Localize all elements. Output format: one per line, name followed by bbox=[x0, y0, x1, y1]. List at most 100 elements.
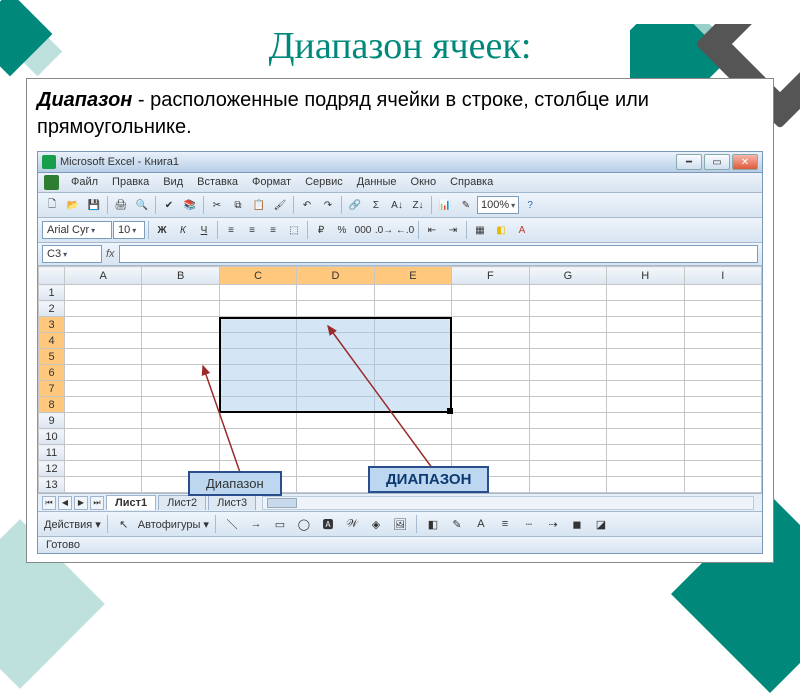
cell[interactable] bbox=[297, 477, 374, 493]
cell[interactable] bbox=[374, 349, 451, 365]
chart-icon[interactable]: 📊 bbox=[435, 195, 455, 215]
cell[interactable] bbox=[297, 333, 374, 349]
italic-icon[interactable]: К bbox=[173, 220, 193, 240]
cell[interactable] bbox=[684, 365, 762, 381]
oval-icon[interactable]: ◯ bbox=[294, 514, 314, 534]
cell[interactable] bbox=[607, 381, 684, 397]
row-header[interactable]: 1 bbox=[39, 285, 65, 301]
autoshapes-menu[interactable]: Автофигуры ▾ bbox=[138, 518, 209, 531]
menu-file[interactable]: Файл bbox=[65, 175, 104, 190]
cell[interactable] bbox=[65, 285, 142, 301]
cell[interactable] bbox=[607, 397, 684, 413]
cell[interactable] bbox=[142, 301, 219, 317]
horizontal-scrollbar[interactable] bbox=[262, 496, 754, 510]
cell[interactable] bbox=[219, 317, 296, 333]
cell[interactable] bbox=[297, 317, 374, 333]
row-header[interactable]: 7 bbox=[39, 381, 65, 397]
cell[interactable] bbox=[684, 477, 762, 493]
sort-asc-icon[interactable]: A↓ bbox=[387, 195, 407, 215]
cell[interactable] bbox=[219, 445, 296, 461]
cell[interactable] bbox=[142, 445, 219, 461]
maximize-button[interactable]: ▭ bbox=[704, 154, 730, 170]
linecolor-icon[interactable]: ✎ bbox=[447, 514, 467, 534]
sheet-tab-1[interactable]: Лист1 bbox=[106, 495, 156, 510]
cell[interactable] bbox=[297, 429, 374, 445]
cell[interactable] bbox=[374, 445, 451, 461]
cell[interactable] bbox=[374, 301, 451, 317]
align-right-icon[interactable]: ≡ bbox=[263, 220, 283, 240]
column-header[interactable]: E bbox=[374, 267, 451, 285]
column-header[interactable]: F bbox=[452, 267, 529, 285]
column-header[interactable] bbox=[39, 267, 65, 285]
pointer-icon[interactable]: ↖ bbox=[114, 514, 134, 534]
fill-color-icon[interactable]: ◧ bbox=[491, 220, 511, 240]
cell[interactable] bbox=[452, 445, 529, 461]
cell[interactable] bbox=[529, 317, 606, 333]
tab-nav-last[interactable]: ⏭ bbox=[90, 496, 104, 510]
font-size-combo[interactable]: 10▾ bbox=[113, 221, 145, 239]
cell[interactable] bbox=[142, 285, 219, 301]
align-left-icon[interactable]: ≡ bbox=[221, 220, 241, 240]
comma-icon[interactable]: 000 bbox=[353, 220, 373, 240]
cell[interactable] bbox=[297, 461, 374, 477]
cell[interactable] bbox=[452, 429, 529, 445]
cell[interactable] bbox=[219, 381, 296, 397]
cell[interactable] bbox=[219, 413, 296, 429]
align-center-icon[interactable]: ≡ bbox=[242, 220, 262, 240]
underline-icon[interactable]: Ч bbox=[194, 220, 214, 240]
copy-icon[interactable]: ⧉ bbox=[228, 195, 248, 215]
cell[interactable] bbox=[607, 301, 684, 317]
cell[interactable] bbox=[142, 349, 219, 365]
font-name-combo[interactable]: Arial Cyr▾ bbox=[42, 221, 112, 239]
row-header[interactable]: 13 bbox=[39, 477, 65, 493]
row-header[interactable]: 5 bbox=[39, 349, 65, 365]
cell[interactable] bbox=[684, 413, 762, 429]
cell[interactable] bbox=[297, 285, 374, 301]
cell[interactable] bbox=[142, 365, 219, 381]
cell[interactable] bbox=[142, 429, 219, 445]
tab-nav-prev[interactable]: ◀ bbox=[58, 496, 72, 510]
menu-help[interactable]: Справка bbox=[444, 175, 499, 190]
cell[interactable] bbox=[374, 333, 451, 349]
borders-icon[interactable]: ▦ bbox=[470, 220, 490, 240]
row-header[interactable]: 4 bbox=[39, 333, 65, 349]
cell[interactable] bbox=[452, 333, 529, 349]
redo-icon[interactable]: ↷ bbox=[318, 195, 338, 215]
sheet-tab-2[interactable]: Лист2 bbox=[158, 495, 206, 510]
inc-decimal-icon[interactable]: .0→ bbox=[374, 220, 394, 240]
fillcolor-icon[interactable]: ◧ bbox=[423, 514, 443, 534]
sum-icon[interactable]: Σ bbox=[366, 195, 386, 215]
menu-view[interactable]: Вид bbox=[157, 175, 189, 190]
cell[interactable] bbox=[684, 397, 762, 413]
arrow-icon[interactable]: → bbox=[246, 514, 266, 534]
cell[interactable] bbox=[529, 461, 606, 477]
column-header[interactable]: A bbox=[65, 267, 142, 285]
fx-icon[interactable]: fx bbox=[106, 248, 115, 260]
row-header[interactable]: 11 bbox=[39, 445, 65, 461]
row-header[interactable]: 6 bbox=[39, 365, 65, 381]
column-header[interactable]: B bbox=[142, 267, 219, 285]
cell[interactable] bbox=[452, 301, 529, 317]
sort-desc-icon[interactable]: Z↓ bbox=[408, 195, 428, 215]
cell[interactable] bbox=[374, 381, 451, 397]
cell[interactable] bbox=[529, 349, 606, 365]
row-header[interactable]: 9 bbox=[39, 413, 65, 429]
cell[interactable] bbox=[529, 333, 606, 349]
cell[interactable] bbox=[142, 413, 219, 429]
cell[interactable] bbox=[374, 397, 451, 413]
cell[interactable] bbox=[529, 285, 606, 301]
cell[interactable] bbox=[65, 349, 142, 365]
cell[interactable] bbox=[452, 317, 529, 333]
menu-insert[interactable]: Вставка bbox=[191, 175, 244, 190]
cell[interactable] bbox=[65, 301, 142, 317]
column-header[interactable]: H bbox=[607, 267, 684, 285]
cell[interactable] bbox=[529, 381, 606, 397]
cell[interactable] bbox=[65, 445, 142, 461]
cell[interactable] bbox=[452, 397, 529, 413]
new-icon[interactable]: 🗋 bbox=[42, 195, 62, 215]
menu-window[interactable]: Окно bbox=[405, 175, 443, 190]
cell[interactable] bbox=[684, 381, 762, 397]
cell[interactable] bbox=[452, 285, 529, 301]
cell[interactable] bbox=[374, 285, 451, 301]
fontcolor-icon[interactable]: A bbox=[471, 514, 491, 534]
